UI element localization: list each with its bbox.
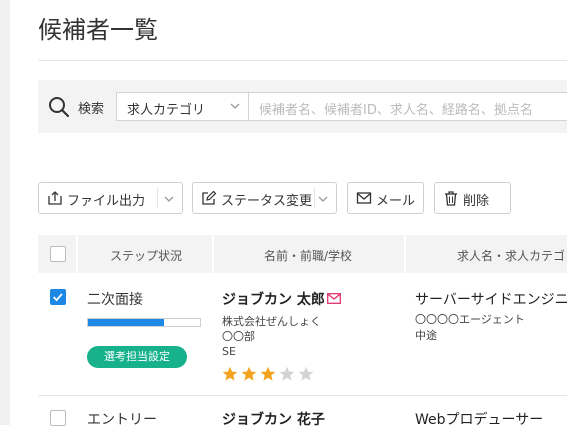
candidate-rating[interactable] <box>222 366 322 382</box>
job-hire-type: 中途 <box>415 329 437 342</box>
job-title[interactable]: Webプロデューサー <box>415 409 543 429</box>
column-header-step[interactable]: ステップ状況 <box>110 247 182 264</box>
page-title: 候補者一覧 <box>38 16 158 44</box>
star-empty-icon[interactable] <box>298 366 314 382</box>
table-row[interactable]: エントリー ジョブカン 花子 Webプロデューサー <box>38 396 567 428</box>
column-separator <box>404 235 406 273</box>
button-separator <box>314 188 315 208</box>
row-checkbox[interactable] <box>50 289 66 305</box>
upload-icon <box>48 191 62 205</box>
candidate-department: 〇〇部 <box>222 330 255 343</box>
star-filled-icon[interactable] <box>222 366 238 382</box>
star-filled-icon[interactable] <box>260 366 276 382</box>
column-header-name[interactable]: 名前・前職/学校 <box>264 247 352 264</box>
side-rail <box>0 0 10 425</box>
edit-icon <box>202 190 217 205</box>
change-status-label: ステータス変更 <box>221 194 313 209</box>
column-separator <box>76 235 78 273</box>
candidate-company: 株式会社ぜんしょく <box>222 315 321 328</box>
chevron-down-icon <box>164 196 174 202</box>
chevron-down-icon <box>318 196 328 202</box>
candidate-position: SE <box>222 345 236 358</box>
candidate-name[interactable]: ジョブカン 花子 <box>222 409 325 429</box>
star-empty-icon[interactable] <box>279 366 295 382</box>
column-header-job[interactable]: 求人名・求人カテゴリ <box>457 247 567 264</box>
table-header: ステップ状況 名前・前職/学校 求人名・求人カテゴリ <box>38 235 567 273</box>
step-progress-bar <box>87 318 201 327</box>
delete-button[interactable]: 削除 <box>434 182 511 214</box>
keyword-search-input[interactable]: 候補者名、候補者ID、求人名、経路名、拠点名 <box>249 92 567 121</box>
column-separator <box>212 235 214 273</box>
delete-label: 削除 <box>463 194 490 209</box>
button-separator <box>157 188 158 208</box>
search-icon[interactable] <box>48 96 70 118</box>
row-checkbox[interactable] <box>50 410 66 426</box>
envelope-icon <box>356 192 372 204</box>
chevron-down-icon <box>230 103 240 109</box>
keyword-search-placeholder: 候補者名、候補者ID、求人名、経路名、拠点名 <box>259 103 533 118</box>
candidate-name[interactable]: ジョブカン 太郎 <box>222 289 325 309</box>
export-file-label: ファイル出力 <box>67 194 146 209</box>
table-row[interactable]: 二次面接 選考担当設定 ジョブカン 太郎 株式会社ぜんしょく 〇〇部 SE サー… <box>38 273 567 395</box>
title-divider <box>38 60 567 61</box>
export-file-button[interactable]: ファイル出力 <box>38 182 183 214</box>
job-category-select[interactable]: 求人カテゴリ <box>116 92 249 121</box>
assign-screener-button[interactable]: 選考担当設定 <box>87 346 187 368</box>
change-status-button[interactable]: ステータス変更 <box>192 182 337 214</box>
check-icon <box>53 293 63 302</box>
step-progress-fill <box>88 319 165 326</box>
search-bar: 検索 求人カテゴリ 候補者名、候補者ID、求人名、経路名、拠点名 <box>38 80 567 133</box>
job-agent: 〇〇〇〇エージェント <box>415 313 525 326</box>
step-status: エントリー <box>87 412 157 428</box>
star-filled-icon[interactable] <box>241 366 257 382</box>
mail-label: メール <box>376 194 416 209</box>
job-title[interactable]: サーバーサイドエンジニア <box>415 289 567 309</box>
mail-icon[interactable] <box>327 293 341 304</box>
step-status: 二次面接 <box>87 292 143 308</box>
select-all-checkbox[interactable] <box>50 246 66 262</box>
trash-icon <box>445 191 457 206</box>
mail-button[interactable]: メール <box>347 182 424 214</box>
search-label: 検索 <box>78 102 105 117</box>
job-category-value: 求人カテゴリ <box>127 103 206 118</box>
